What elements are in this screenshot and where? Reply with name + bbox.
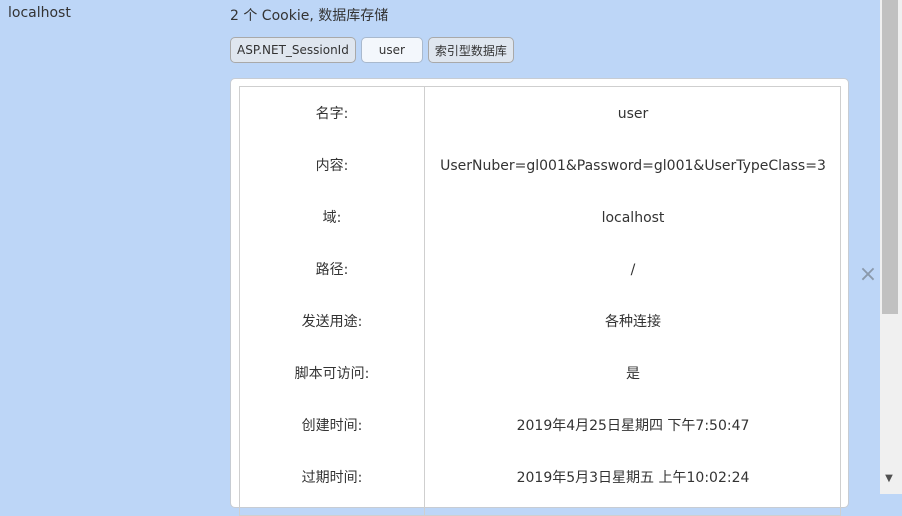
detail-label-path: 路径: xyxy=(315,262,349,278)
cookie-site-row[interactable]: localhost 2 个 Cookie, 数据库存储 ASP.NET_Sess… xyxy=(0,0,880,516)
cookie-chip-list: ASP.NET_SessionId user 索引型数据库 xyxy=(230,37,519,63)
detail-row-path: 路径: / xyxy=(240,255,840,285)
detail-value-path: / xyxy=(630,262,636,278)
scrollbar-thumb[interactable] xyxy=(882,0,898,314)
cookie-details-panel: 名字: user 内容: UserNuber=gl001&Password=gl… xyxy=(230,78,849,516)
detail-label-expires: 过期时间: xyxy=(301,470,363,486)
detail-value-script-access: 是 xyxy=(626,366,640,382)
detail-label-script-access: 脚本可访问: xyxy=(294,366,370,382)
site-domain: localhost xyxy=(8,5,71,21)
cookie-summary: 2 个 Cookie, 数据库存储 xyxy=(230,8,389,24)
detail-value-expires: 2019年5月3日星期五 上午10:02:24 xyxy=(516,470,750,486)
cookie-chip-aspnet-sessionid[interactable]: ASP.NET_SessionId xyxy=(230,37,356,63)
detail-label-domain: 域: xyxy=(322,210,342,226)
vertical-scrollbar[interactable]: ▼ xyxy=(880,0,902,494)
detail-row-name: 名字: user xyxy=(240,99,840,129)
detail-value-domain: localhost xyxy=(601,210,665,226)
detail-row-send-for: 发送用途: 各种连接 xyxy=(240,307,840,337)
cookie-chip-indexeddb[interactable]: 索引型数据库 xyxy=(427,37,514,63)
detail-value-created: 2019年4月25日星期四 下午7:50:47 xyxy=(516,418,750,434)
scroll-down-arrow-icon[interactable]: ▼ xyxy=(880,472,898,486)
detail-label-name: 名字: xyxy=(315,106,349,122)
detail-row-script-access: 脚本可访问: 是 xyxy=(240,359,840,389)
cookie-chip-user[interactable]: user xyxy=(360,37,423,63)
detail-row-content: 内容: UserNuber=gl001&Password=gl001&UserT… xyxy=(240,151,840,181)
detail-row-expires: 过期时间: 2019年5月3日星期五 上午10:02:24 xyxy=(240,463,840,493)
detail-value-send-for: 各种连接 xyxy=(605,314,661,330)
detail-label-send-for: 发送用途: xyxy=(301,314,363,330)
detail-value-name: user xyxy=(617,106,649,122)
detail-value-content: UserNuber=gl001&Password=gl001&UserTypeC… xyxy=(440,158,826,174)
close-icon[interactable]: × xyxy=(857,263,879,287)
cookie-details-table: 名字: user 内容: UserNuber=gl001&Password=gl… xyxy=(239,86,841,516)
detail-label-created: 创建时间: xyxy=(301,418,363,434)
detail-label-content: 内容: xyxy=(315,158,349,174)
detail-row-domain: 域: localhost xyxy=(240,203,840,233)
detail-row-created: 创建时间: 2019年4月25日星期四 下午7:50:47 xyxy=(240,411,840,441)
